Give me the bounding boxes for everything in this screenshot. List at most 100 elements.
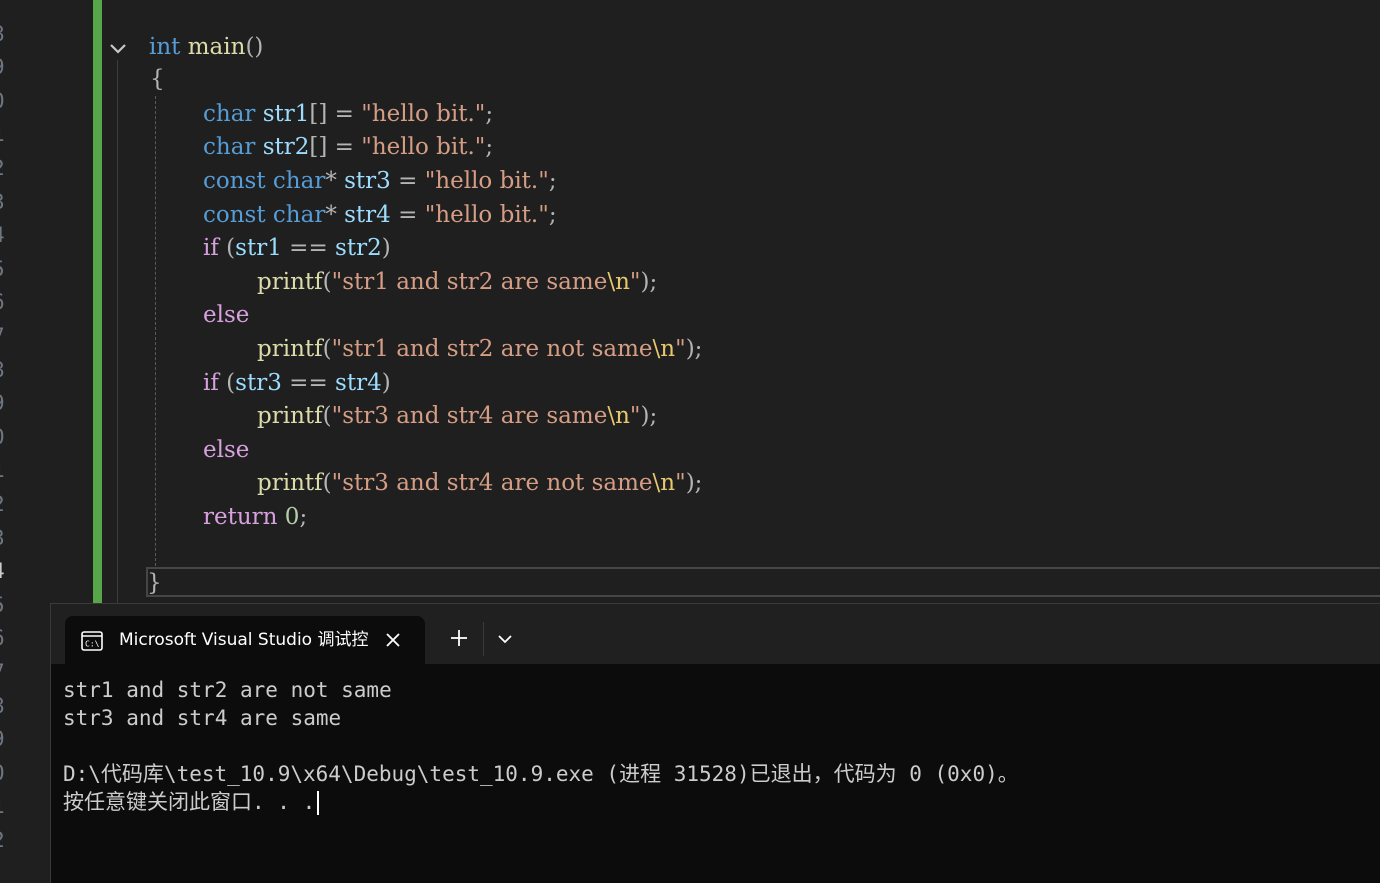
code-token: "hello bit." [361,101,486,127]
code-token: printf [257,269,323,295]
code-token: char [203,134,256,160]
code-token: ) [381,235,391,261]
code-token: ( [322,269,332,295]
titlebar-separator [483,622,484,656]
code-line: char str1[] = "hello bit."; [203,97,493,131]
code-token: str3 [344,168,391,194]
chevron-down-icon[interactable] [497,631,513,647]
console-output-line: str3 and str4 are same [63,706,342,730]
code-token: str2 [262,134,310,160]
code-token: \n [607,403,630,429]
code-token: ; [485,101,494,127]
code-token: str1 [262,101,310,127]
line-number: 8 [0,353,5,387]
code-token: () [245,34,264,60]
code-token: str4 [335,370,382,396]
line-number: 6 [0,621,5,655]
code-token: const [203,168,266,194]
code-line: int main() [149,30,263,64]
indent-guide [155,96,156,566]
code-token: ( [218,370,236,396]
code-token: = [390,202,425,228]
code-token: ); [685,336,703,362]
code-token: == [281,370,336,396]
code-token: char [203,101,256,127]
code-token: = [390,168,425,194]
change-tracking-bar [93,0,102,603]
code-token: const [203,202,266,228]
code-token: ( [322,336,332,362]
code-token: ( [218,235,236,261]
console-tab-title: Microsoft Visual Studio 调试控 [119,630,369,650]
code-token: if [203,370,219,396]
line-number: 6 [0,285,5,319]
code-token: "str1 and str2 are not same [331,336,653,362]
code-token: "str3 and str4 are not same [331,470,653,496]
line-number: 9 [0,50,5,84]
line-number: 3 [0,185,5,219]
console-tab[interactable]: C:\ Microsoft Visual Studio 调试控 [65,616,425,664]
code-line: } [147,566,162,600]
code-token: " [629,403,641,429]
code-token: return [203,504,278,530]
code-line: printf("str3 and str4 are not same\n"); [257,466,702,500]
console-output-line: str1 and str2 are not same [63,678,392,702]
code-token: "hello bit." [424,168,549,194]
code-line: else [203,433,249,467]
line-number: 5 [0,588,5,622]
line-number: 7 [0,655,5,689]
line-number: 1 [0,117,5,151]
line-number: 7 [0,0,5,17]
line-number: 0 [0,756,5,790]
line-number: 9 [0,386,5,420]
code-token: ); [640,403,658,429]
fold-region-guide [117,60,118,603]
code-token: if [203,235,219,261]
code-token: ; [548,202,557,228]
code-token: "hello bit." [424,202,549,228]
code-token: [] = [309,101,362,127]
code-token: \n [652,336,676,362]
code-token: [] = [309,134,362,160]
collapse-chevron-icon[interactable] [108,38,128,58]
close-tab-icon[interactable] [383,630,403,650]
line-number: 1 [0,789,5,823]
code-token: "hello bit." [361,134,486,160]
line-number: 0 [0,420,5,454]
line-number: 1 [0,453,5,487]
console-output-line: D:\代码库\test_10.9\x64\Debug\test_10.9.exe… [63,762,1019,786]
code-token: char [272,202,326,228]
new-tab-plus-icon[interactable] [449,628,469,648]
code-token: * [325,202,345,228]
line-number: 0 [0,84,5,118]
console-prompt-text: 按任意键关闭此窗口. . . [63,790,316,814]
code-token: ; [299,504,308,530]
code-line: { [150,62,165,96]
line-number: 2 [0,151,5,185]
code-token: ( [322,403,332,429]
code-token: main [187,34,246,60]
code-token: \n [652,470,676,496]
code-token: str4 [344,202,391,228]
line-number: 4 [0,218,5,252]
code-token: ; [548,168,557,194]
line-number: 2 [0,487,5,521]
code-token: } [147,570,162,596]
code-token: else [203,437,250,463]
code-line: char str2[] = "hello bit."; [203,130,493,164]
debug-console-window[interactable]: C:\ Microsoft Visual Studio 调试控 str1 and… [50,603,1380,883]
svg-text:C:\: C:\ [85,640,100,649]
code-line: if (str1 == str2) [203,231,391,265]
code-token: " [675,336,686,362]
line-number: 7 [0,319,5,353]
line-number: 8 [0,17,5,51]
code-token: char [272,168,326,194]
code-token: "str3 and str4 are same [331,403,608,429]
code-line: printf("str3 and str4 are same\n"); [257,399,657,433]
